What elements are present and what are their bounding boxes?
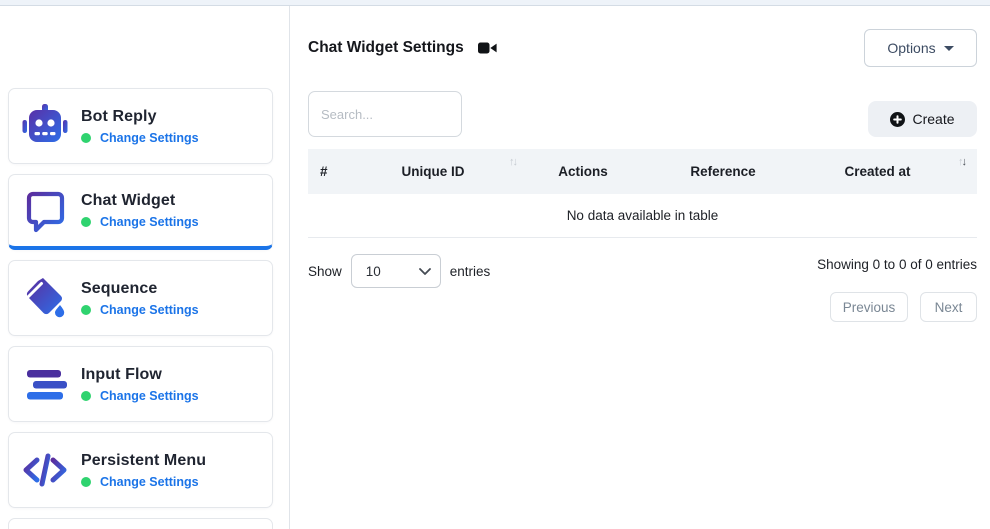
code-icon: [21, 446, 69, 494]
change-settings-link[interactable]: Change Settings: [100, 303, 199, 317]
card-title: Input Flow: [81, 366, 199, 384]
chat-widget-table: # Unique ID ↑↓ Actions Reference Created…: [308, 149, 977, 238]
page-size-select[interactable]: 10: [351, 254, 441, 288]
create-label: Create: [912, 111, 954, 127]
entries-summary: Showing 0 to 0 of 0 entries: [817, 257, 977, 272]
sidebar-card-list: Bot Reply Change Settings Chat Widget Ch…: [8, 88, 273, 508]
main-panel: Chat Widget Settings Options Create: [290, 6, 990, 529]
change-settings-link[interactable]: Change Settings: [100, 215, 199, 229]
card-title: Sequence: [81, 280, 199, 298]
status-dot: [81, 391, 91, 401]
change-settings-link[interactable]: Change Settings: [100, 131, 199, 145]
sidebar-item-bot-reply[interactable]: Bot Reply Change Settings: [8, 88, 273, 164]
settings-sidebar: Bot Reply Change Settings Chat Widget Ch…: [0, 6, 290, 529]
chevron-down-icon: [944, 46, 954, 51]
column-header-unique-id[interactable]: Unique ID ↑↓: [348, 164, 518, 179]
status-dot: [81, 133, 91, 143]
sidebar-item-persistent-menu[interactable]: Persistent Menu Change Settings: [8, 432, 273, 508]
options-button[interactable]: Options: [864, 29, 977, 67]
paint-bucket-icon: [21, 274, 69, 322]
status-dot: [81, 217, 91, 227]
status-dot: [81, 305, 91, 315]
next-button[interactable]: Next: [920, 292, 977, 322]
column-header-reference: Reference: [648, 164, 798, 179]
page-title: Chat Widget Settings: [308, 39, 464, 57]
chat-bubble-icon: [21, 187, 69, 235]
sidebar-item-input-flow[interactable]: Input Flow Change Settings: [8, 346, 273, 422]
previous-button[interactable]: Previous: [830, 292, 908, 322]
column-header-index: #: [308, 164, 348, 179]
table-header-row: # Unique ID ↑↓ Actions Reference Created…: [308, 149, 977, 194]
create-button[interactable]: Create: [868, 101, 977, 137]
show-label: Show: [308, 264, 342, 279]
change-settings-link[interactable]: Change Settings: [100, 475, 199, 489]
column-header-created-at[interactable]: Created at ↑↓: [798, 164, 977, 179]
card-title: Chat Widget: [81, 192, 199, 210]
video-camera-icon: [478, 41, 497, 55]
sort-icon[interactable]: ↑↓: [509, 156, 516, 168]
list-item[interactable]: [8, 518, 273, 529]
card-title: Bot Reply: [81, 108, 199, 126]
options-label: Options: [887, 40, 935, 56]
empty-table-message: No data available in table: [308, 194, 977, 238]
plus-circle-icon: [890, 112, 905, 127]
search-input[interactable]: [308, 91, 462, 137]
status-dot: [81, 477, 91, 487]
column-header-actions: Actions: [518, 164, 648, 179]
entries-label: entries: [450, 264, 491, 279]
bars-icon: [21, 360, 69, 408]
sidebar-item-sequence[interactable]: Sequence Change Settings: [8, 260, 273, 336]
sort-icon[interactable]: ↑↓: [958, 156, 965, 168]
sidebar-item-chat-widget[interactable]: Chat Widget Change Settings: [8, 174, 273, 250]
change-settings-link[interactable]: Change Settings: [100, 389, 199, 403]
card-title: Persistent Menu: [81, 452, 206, 470]
robot-icon: [21, 102, 69, 150]
